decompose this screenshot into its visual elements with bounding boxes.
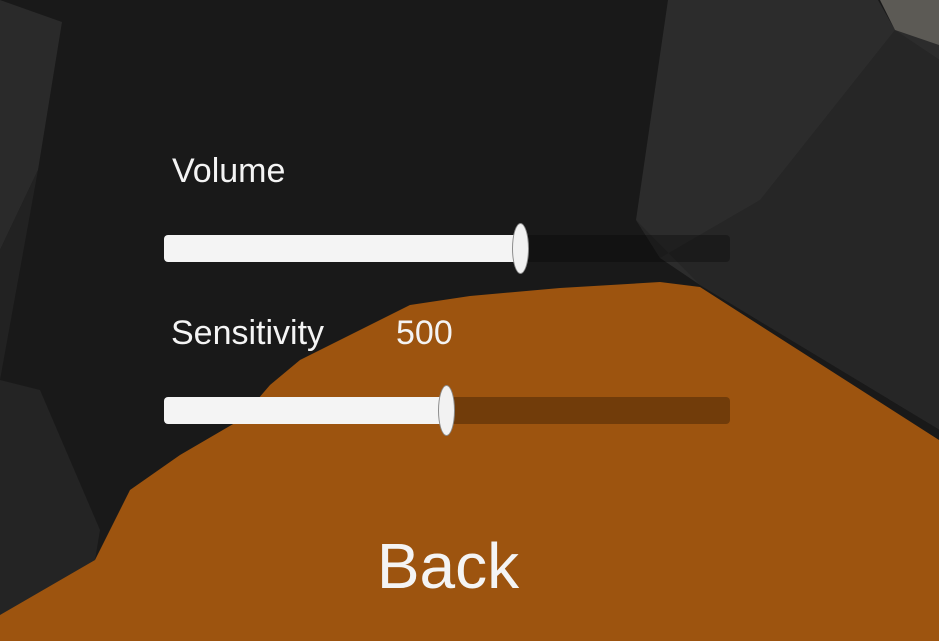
volume-slider-fill	[164, 235, 521, 262]
back-button[interactable]: Back	[348, 528, 548, 604]
volume-slider[interactable]	[164, 223, 730, 274]
sensitivity-value: 500	[396, 314, 453, 352]
volume-label: Volume	[172, 152, 286, 190]
volume-slider-handle[interactable]	[511, 223, 529, 274]
sensitivity-slider-fill	[164, 397, 447, 424]
sensitivity-slider-handle[interactable]	[438, 385, 455, 436]
sensitivity-label: Sensitivity	[171, 314, 325, 352]
sensitivity-slider[interactable]	[164, 385, 730, 436]
